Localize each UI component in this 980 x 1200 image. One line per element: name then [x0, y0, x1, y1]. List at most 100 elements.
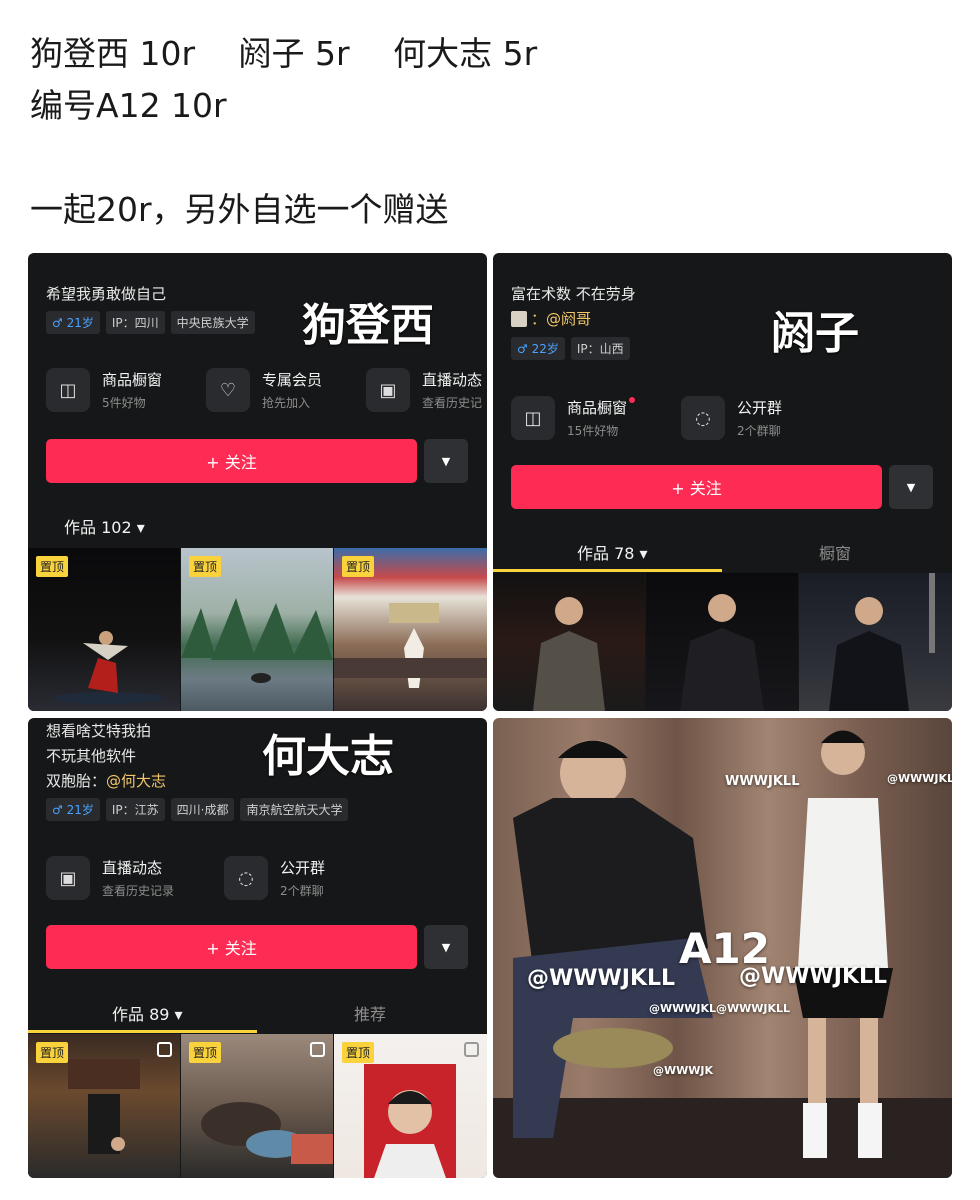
- profile-tags: ♂ 21岁 IP：四川 中央民族大学: [46, 311, 261, 334]
- feature-sub: 5件好物: [102, 396, 146, 410]
- shop-icon: ◫: [46, 368, 90, 412]
- watermark: @WWWJKLL: [527, 966, 676, 991]
- mention-link[interactable]: @何大志: [106, 772, 166, 790]
- overlay-name: 何大志: [262, 731, 394, 782]
- feature-sub: 抢先加入: [262, 396, 311, 410]
- feature-title: 直播动态: [102, 859, 163, 877]
- feature-group[interactable]: ◌ 公开群 2个群聊: [224, 856, 325, 900]
- more-dropdown-button[interactable]: ▼: [424, 925, 468, 969]
- chat-icon: ◌: [224, 856, 268, 900]
- person-figure: [680, 594, 764, 711]
- feature-title: 公开群: [737, 399, 783, 417]
- profile-mention-row: ：@阏哥: [511, 308, 591, 329]
- tab-showcase[interactable]: 橱窗: [819, 540, 851, 564]
- age-tag: ♂ 21岁: [46, 798, 100, 821]
- profile-card-yanzi[interactable]: 富在术数 不在劳身 ：@阏哥 ♂ 22岁 IP：山西 阏子 ◫ 商品橱窗 15件好…: [493, 253, 952, 711]
- post-text: 狗登西 10r 阏子 5r 何大志 5r 编号A12 10r 一起20r，另外自…: [30, 28, 537, 236]
- feature-sub: 查看历史记: [422, 396, 483, 410]
- post-line-prices: 狗登西 10r 阏子 5r 何大志 5r: [30, 34, 538, 73]
- feature-sub: 查看历史记录: [102, 884, 175, 898]
- profile-signature-1: 想看啥艾特我拍: [46, 722, 152, 740]
- heart-v-icon: ♡: [206, 368, 250, 412]
- feature-shop[interactable]: ◫ 商品橱窗 5件好物: [46, 368, 162, 412]
- video-thumb[interactable]: 置顶: [181, 1034, 333, 1178]
- feature-live[interactable]: ▣ 直播动态 查看历史记: [366, 368, 482, 412]
- age-tag: ♂ 22岁: [511, 337, 565, 360]
- notification-dot: [629, 397, 636, 403]
- photo-a12[interactable]: A12 @WWWJKLL @WWWJKLL WWWJKLL @WWWJKLL @…: [493, 718, 952, 1178]
- feature-title: 商品橱窗: [567, 397, 636, 418]
- shirt-icon: [511, 310, 527, 327]
- watermark: @WWWJKLL: [739, 964, 888, 989]
- feature-sub: 15件好物: [567, 424, 619, 438]
- video-thumb[interactable]: [493, 573, 645, 711]
- active-tab-underline: [28, 1030, 257, 1033]
- watermark: @WWWJKL@WWWJKLL: [649, 1002, 791, 1015]
- tv-icon: ▣: [46, 856, 90, 900]
- age-tag: ♂ 21岁: [46, 311, 100, 334]
- feature-group[interactable]: ◌ 公开群 2个群聊: [681, 396, 782, 440]
- profile-tags: ♂ 22岁 IP：山西: [511, 337, 636, 360]
- pinned-badge: 置顶: [342, 556, 375, 577]
- video-thumb[interactable]: [646, 573, 798, 711]
- feature-shop[interactable]: ◫ 商品橱窗 15件好物: [511, 396, 636, 440]
- person-figure: [533, 597, 605, 711]
- tab-works[interactable]: 作品 78 ▾: [577, 540, 648, 564]
- post-line-a12: 编号A12 10r: [30, 86, 227, 125]
- pinned-badge: 置顶: [36, 1042, 69, 1063]
- more-dropdown-button[interactable]: ▼: [889, 465, 933, 509]
- tab-recommend[interactable]: 推荐: [354, 1001, 386, 1025]
- mention-link[interactable]: ：@阏哥: [531, 308, 591, 329]
- ip-tag: IP：江苏: [105, 798, 165, 821]
- watermark: @WWWJK: [653, 1064, 714, 1077]
- profile-signature-3: 双胞胎：@何大志: [46, 772, 167, 790]
- pinned-badge: 置顶: [189, 556, 222, 577]
- watermark: @WWWJKLL: [887, 772, 952, 785]
- watermark: WWWJKLL: [725, 774, 800, 789]
- profile-signature: 希望我勇敢做自己: [46, 285, 167, 303]
- school-tag: 南京航空航天大学: [240, 798, 349, 821]
- feature-live[interactable]: ▣ 直播动态查看历史记录: [46, 856, 174, 900]
- feature-title: 直播动态: [422, 371, 483, 389]
- school-tag: 中央民族大学: [170, 311, 255, 334]
- video-thumb[interactable]: [799, 573, 952, 711]
- overlay-name: 阏子: [771, 308, 859, 359]
- profile-tags: ♂ 21岁 IP：江苏 四川·成都 南京航空航天大学: [46, 798, 354, 821]
- follow-button[interactable]: + 关注: [46, 925, 417, 969]
- profile-card-hedazhi[interactable]: 想看啥艾特我拍 不玩其他软件 双胞胎：@何大志 ♂ 21岁 IP：江苏 四川·成…: [28, 718, 487, 1178]
- feature-membership[interactable]: ♡ 专属会员抢先加入: [206, 368, 322, 412]
- follow-button[interactable]: + 关注: [511, 465, 882, 509]
- chat-icon: ◌: [681, 396, 725, 440]
- tab-works[interactable]: 作品 102 ▾: [64, 514, 145, 538]
- pinned-badge: 置顶: [342, 1042, 375, 1063]
- more-dropdown-button[interactable]: ▼: [424, 439, 468, 483]
- multi-image-icon: [464, 1042, 479, 1057]
- follow-button[interactable]: + 关注: [46, 439, 417, 483]
- profile-signature-2: 不玩其他软件: [46, 747, 137, 765]
- video-thumb[interactable]: 置顶: [334, 548, 487, 711]
- ip-tag: IP：四川: [105, 311, 165, 334]
- video-thumb[interactable]: 置顶: [28, 548, 180, 711]
- video-thumb[interactable]: 置顶: [28, 1034, 180, 1178]
- pinned-badge: 置顶: [36, 556, 69, 577]
- feature-title: 商品橱窗: [102, 371, 163, 389]
- post-line-bundle: 一起20r，另外自选一个赠送: [30, 190, 449, 229]
- video-thumb[interactable]: 置顶: [334, 1034, 487, 1178]
- profile-signature: 富在术数 不在劳身: [511, 285, 636, 303]
- person-figure: [829, 573, 935, 711]
- overlay-name: 狗登西: [302, 300, 434, 351]
- feature-sub: 2个群聊: [280, 884, 324, 898]
- feature-sub: 2个群聊: [737, 424, 781, 438]
- city-tag: 四川·成都: [170, 798, 235, 821]
- ip-tag: IP：山西: [570, 337, 630, 360]
- feature-title: 公开群: [280, 859, 326, 877]
- tab-works[interactable]: 作品 89 ▾: [112, 1001, 183, 1025]
- multi-image-icon: [310, 1042, 325, 1057]
- multi-image-icon: [157, 1042, 172, 1057]
- video-thumb[interactable]: 置顶: [181, 548, 333, 711]
- profile-card-gou[interactable]: 希望我勇敢做自己 ♂ 21岁 IP：四川 中央民族大学 狗登西 ◫ 商品橱窗 5件…: [28, 253, 487, 711]
- feature-title: 专属会员: [262, 371, 323, 389]
- shop-icon: ◫: [511, 396, 555, 440]
- pinned-badge: 置顶: [189, 1042, 222, 1063]
- active-tab-underline: [493, 569, 722, 572]
